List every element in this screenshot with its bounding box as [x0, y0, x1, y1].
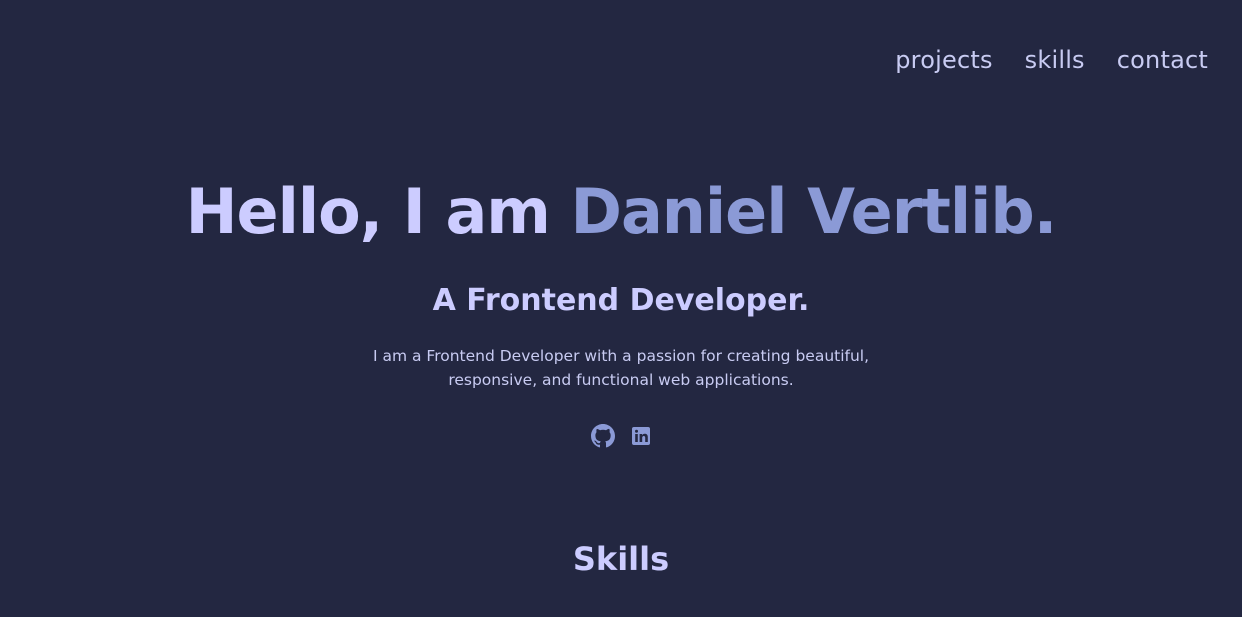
- hero-greeting: Hello, I am: [185, 175, 571, 248]
- social-links: [0, 424, 1242, 448]
- github-link[interactable]: [591, 424, 615, 448]
- hero-subtitle: A Frontend Developer.: [432, 283, 810, 318]
- nav-link-skills[interactable]: skills: [1025, 44, 1085, 76]
- hero-name: Daniel Vertlib.: [570, 175, 1057, 248]
- nav-link-projects[interactable]: projects: [895, 44, 992, 76]
- github-icon: [591, 424, 615, 448]
- skills-section-title: Skills: [572, 540, 670, 578]
- page: projects skills contact Hello, I am Dani…: [0, 0, 1242, 617]
- hero-description: I am a Frontend Developer with a passion…: [372, 347, 870, 389]
- hero-title: Hello, I am Daniel Vertlib.: [0, 172, 1242, 252]
- top-nav: projects skills contact: [895, 44, 1208, 76]
- nav-link-contact[interactable]: contact: [1117, 44, 1208, 76]
- linkedin-link[interactable]: [629, 424, 653, 448]
- linkedin-icon: [632, 427, 650, 445]
